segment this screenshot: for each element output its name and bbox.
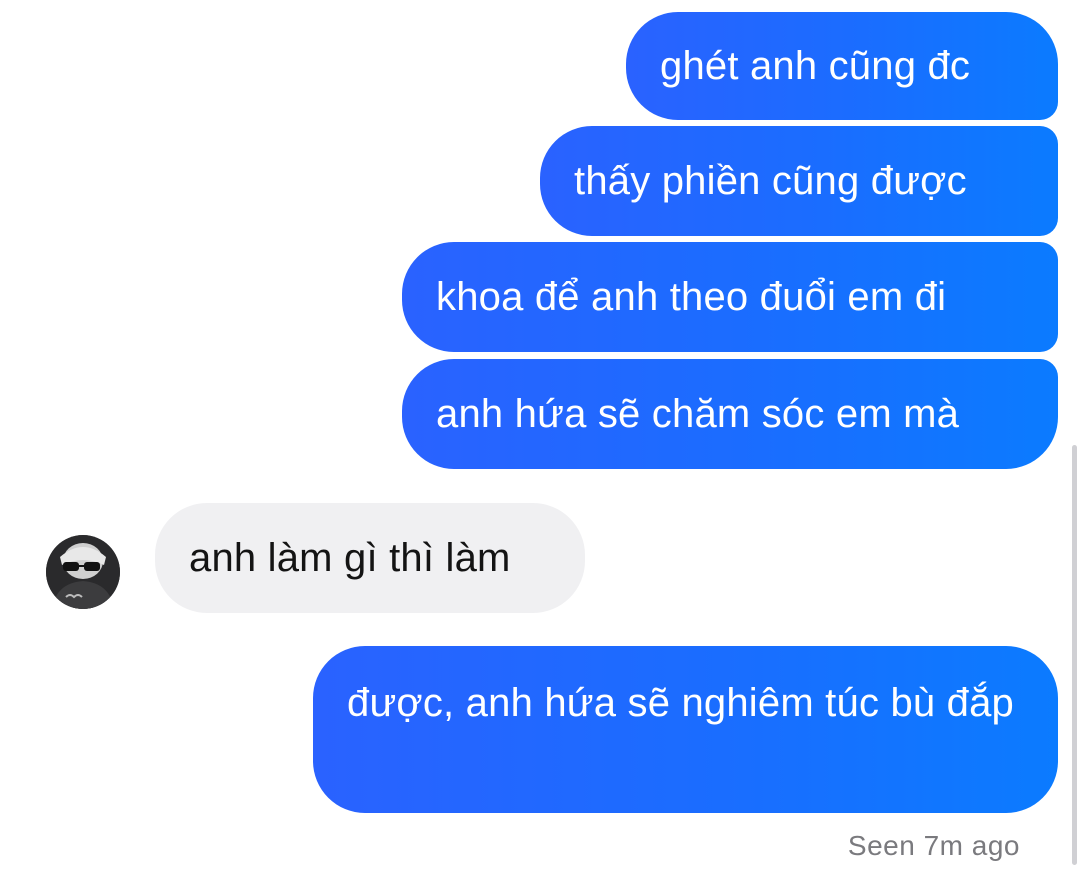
outgoing-message[interactable]: ghét anh cũng đc — [626, 12, 1058, 120]
outgoing-message[interactable]: thấy phiền cũng được — [540, 126, 1058, 236]
scrollbar[interactable] — [1072, 445, 1077, 865]
message-text: khoa để anh theo đuổi em đi — [436, 275, 947, 319]
seen-status: Seen 7m ago — [847, 830, 1020, 861]
message-text: được, anh hứa sẽ nghiêm túc bù đắp — [347, 681, 1014, 725]
outgoing-message[interactable]: khoa để anh theo đuổi em đi — [402, 242, 1058, 352]
outgoing-message[interactable]: anh hứa sẽ chăm sóc em mà — [402, 359, 1058, 469]
contact-avatar[interactable] — [46, 535, 120, 609]
message-text: ghét anh cũng đc — [660, 44, 971, 88]
message-text: thấy phiền cũng được — [574, 159, 967, 203]
message-text: anh hứa sẽ chăm sóc em mà — [436, 392, 960, 436]
message-text: anh làm gì thì làm — [189, 536, 511, 580]
avatar-photo-icon — [46, 535, 120, 609]
message-thread: ghét anh cũng đc thấy phiền cũng được kh… — [0, 0, 1080, 878]
outgoing-message[interactable]: được, anh hứa sẽ nghiêm túc bù đắp — [313, 646, 1058, 813]
incoming-message[interactable]: anh làm gì thì làm — [155, 503, 585, 613]
